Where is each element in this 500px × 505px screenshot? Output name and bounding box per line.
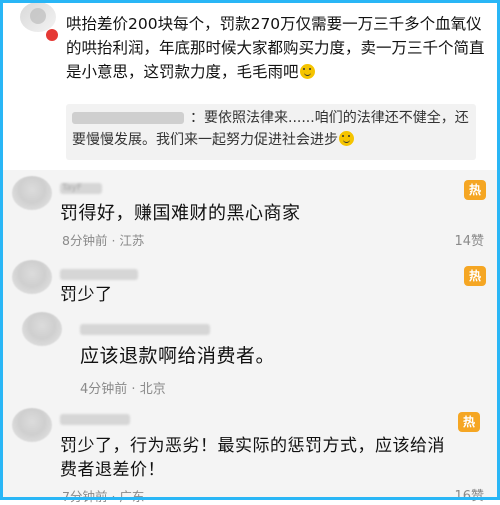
commenter-name[interactable] [60, 414, 130, 425]
comment-time: 4分钟前 [80, 382, 128, 397]
quoted-reply[interactable]: ：要依照法律来......咱们的法律还不健全，还要慢慢发展。我们来一起努力促进社… [66, 104, 476, 160]
hot-badge: 热 [464, 180, 486, 200]
commenter-avatar[interactable] [12, 176, 52, 210]
commenter-avatar[interactable] [22, 312, 62, 346]
comment-meta: 7分钟前 · 广东 [62, 486, 144, 505]
commenter-name[interactable] [60, 269, 138, 280]
comment-item[interactable]: TayF 热 罚得好，赚国难财的黑心商家 8分钟前 · 江苏 14赞 [0, 170, 500, 252]
comment-text: 罚少了 [60, 285, 113, 305]
commenter-avatar[interactable] [12, 260, 52, 294]
meta-separator: · [111, 489, 116, 504]
post-text-content: 哄抬差价200块每个，罚款270万仅需要一万三千多个血氧仪的哄抬利润，年底那时候… [66, 15, 485, 81]
comment-item[interactable]: 热 罚少了，行为恶劣！最实际的惩罚方式，应该给消费者退差价！ 7分钟前 · 广东… [0, 402, 500, 504]
grin-emoji-icon [339, 131, 354, 146]
like-count[interactable]: 16赞 [454, 485, 484, 504]
blurred-username [72, 112, 184, 124]
comment-time: 7分钟前 [62, 489, 108, 504]
smile-emoji-icon [299, 64, 315, 79]
hot-badge: 热 [458, 412, 480, 432]
comment-meta: 8分钟前 · 江苏 [62, 230, 144, 249]
commenter-name[interactable] [80, 324, 210, 335]
comment-text: 应该退款啊给消费者。 [80, 345, 276, 367]
comment-meta: 4分钟前 · 北京 [80, 378, 166, 397]
comment-item[interactable]: 热 罚少了 [0, 258, 500, 308]
comment-location: 北京 [139, 382, 166, 397]
post-author-avatar[interactable] [20, 2, 56, 32]
commenter-name-text: TayF [62, 183, 83, 193]
comment-list: TayF 热 罚得好，赚国难财的黑心商家 8分钟前 · 江苏 14赞 热 罚少了… [0, 170, 500, 504]
meta-separator: · [131, 382, 136, 397]
comment-time: 8分钟前 [62, 233, 108, 248]
meta-separator: · [111, 233, 116, 248]
comment-location: 广东 [119, 489, 145, 504]
hot-badge: 热 [464, 266, 486, 286]
comment-location: 江苏 [119, 233, 145, 248]
comment-text: 罚少了，行为恶劣！最实际的惩罚方式，应该给消费者退差价！ [60, 436, 445, 480]
like-count[interactable]: 14赞 [454, 230, 484, 249]
post-text: 哄抬差价200块每个，罚款270万仅需要一万三千多个血氧仪的哄抬利润，年底那时候… [66, 12, 491, 84]
commenter-avatar[interactable] [12, 408, 52, 442]
quoted-post: 哄抬差价200块每个，罚款270万仅需要一万三千多个血氧仪的哄抬利润，年底那时候… [0, 0, 500, 170]
comment-text: 罚得好，赚国难财的黑心商家 [60, 203, 301, 224]
comment-item[interactable]: 应该退款啊给消费者。 4分钟前 · 北京 [0, 310, 500, 400]
verified-badge-icon [46, 29, 58, 41]
commenter-name[interactable]: TayF [60, 183, 102, 194]
